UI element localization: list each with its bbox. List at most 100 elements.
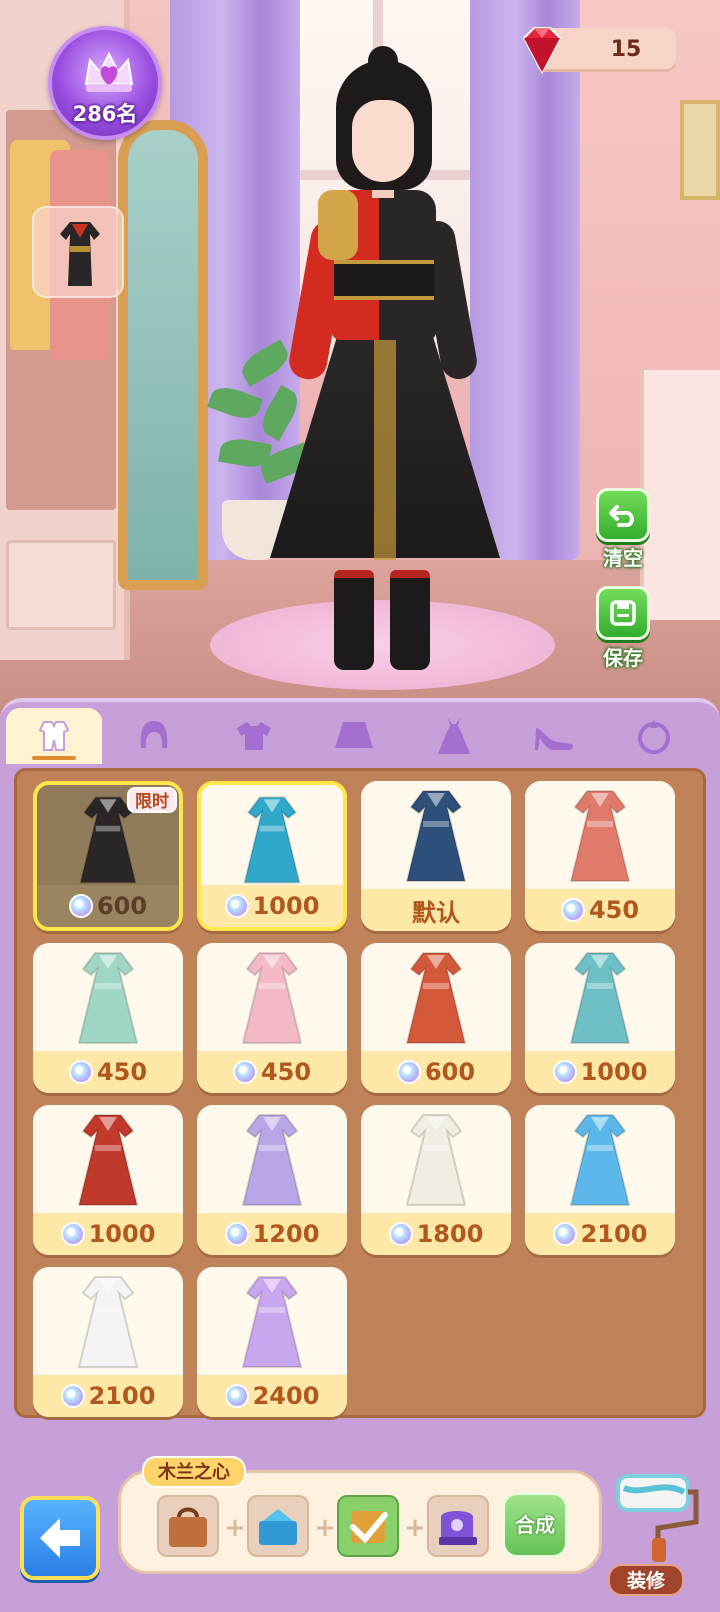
clothing-item-card[interactable]: 600 [361,943,511,1093]
item-price: 2100 [580,1220,648,1248]
price-bar: 600 [37,885,179,927]
clear-button[interactable] [596,488,650,542]
garment-icon [77,1276,139,1368]
combine-button[interactable]: 合成 [503,1493,567,1557]
tab-top[interactable] [206,708,302,764]
limited-time-badge: 限时 [127,787,177,813]
item-price: 默认 [412,898,460,927]
garment-icon [241,1114,303,1206]
garment-icon [77,1114,139,1206]
shirt-coin-icon [224,894,249,918]
price-bar: 2400 [197,1375,347,1417]
gem-count: 15 [610,37,642,62]
hair-icon [140,721,168,748]
wall-frame [680,100,720,200]
clothing-item-card[interactable]: 450 [33,943,183,1093]
item-price: 1000 [252,892,320,920]
rank-text: 286名 [72,102,138,126]
handbag-icon [169,1507,207,1547]
item-price: 1000 [580,1058,648,1086]
clothing-item-card[interactable]: 1200 [197,1105,347,1255]
back-button[interactable] [20,1496,100,1580]
shirt-coin-icon [224,1384,249,1408]
shirt-coin-icon [68,894,93,918]
price-bar: 1200 [197,1213,347,1255]
full-outfit-icon [38,721,70,751]
plus-sign: + [404,1513,426,1543]
shirt-coin-icon [560,898,585,922]
price-bar: 450 [33,1051,183,1093]
skirt-icon [335,722,373,748]
clothing-item-card[interactable]: 450 [525,781,675,931]
shirt-coin-icon [224,1222,249,1246]
material-slot-complete[interactable] [337,1495,399,1557]
garment-icon [77,952,139,1044]
clothing-item-card[interactable]: 2100 [525,1105,675,1255]
standing-mirror [118,120,208,590]
side-table [640,370,720,620]
tab-hair[interactable] [106,708,202,764]
shirt-coin-icon [552,1222,577,1246]
save-label: 保存 [603,646,643,670]
item-price: 1200 [252,1220,320,1248]
save-icon [610,600,636,626]
save-button[interactable] [596,586,650,640]
rank-badge[interactable]: 286名 [48,26,162,140]
synthesis-title: 木兰之心 [142,1456,246,1488]
material-slot-bag[interactable] [157,1495,219,1557]
plus-sign: + [224,1513,246,1543]
clothing-item-card[interactable]: 2100 [33,1267,183,1417]
item-price: 450 [96,1058,148,1086]
clothing-item-card[interactable]: 1000 [525,943,675,1093]
item-price: 450 [588,896,640,924]
shirt-coin-icon [232,1060,257,1084]
garment-icon [405,952,467,1044]
tab-bottom[interactable] [306,708,402,764]
item-price: 600 [96,892,148,920]
paint-roller-icon [616,1474,699,1562]
tab-dress[interactable] [406,708,502,764]
shirt-coin-icon [388,1222,413,1246]
price-bar: 默认 [361,889,511,931]
clothing-item-card[interactable]: 限时 600 [33,781,183,931]
price-bar: 450 [525,889,675,931]
tab-accessory[interactable] [606,708,702,764]
item-price: 1000 [88,1220,156,1248]
garment-icon [569,1114,631,1206]
clear-label: 清空 [603,546,643,570]
clothing-item-card[interactable]: 1800 [361,1105,511,1255]
dress-icon [438,718,470,754]
material-slot-machine[interactable] [427,1495,489,1557]
clothing-item-card[interactable]: 450 [197,943,347,1093]
clothing-grid: 限时 600 1000 默认 450 450 450 600 1000 1000 1200 1800 2… [14,768,706,1418]
plus-sign: + [314,1513,336,1543]
back-arrow-icon [40,1518,80,1558]
clothing-item-card[interactable]: 1000 [33,1105,183,1255]
category-tabs [6,708,714,764]
shirt-coin-icon [396,1060,421,1084]
clothing-item-card[interactable]: 默认 [361,781,511,931]
garment-icon [569,952,631,1044]
price-bar: 600 [361,1051,511,1093]
sewing-machine-icon [439,1511,477,1545]
checkmark-icon [350,1511,388,1544]
shirt-coin-icon [60,1384,85,1408]
clothing-item-card[interactable]: 1000 [197,781,347,931]
player-avatar[interactable] [240,40,520,680]
garment-icon [405,1114,467,1206]
price-bar: 2100 [33,1375,183,1417]
price-bar: 2100 [525,1213,675,1255]
garment-icon [243,796,301,884]
item-price: 2400 [252,1382,320,1410]
tab-outfit[interactable] [6,708,102,764]
clothing-item-card[interactable]: 2400 [197,1267,347,1417]
shirt-coin-icon [68,1060,93,1084]
price-bar: 1000 [525,1051,675,1093]
gift-box-icon [259,1509,297,1545]
tab-shoes[interactable] [506,708,602,764]
garment-icon [241,1276,303,1368]
current-outfit-thumbnail[interactable] [32,206,124,298]
decorate-button[interactable] [612,1466,702,1576]
material-slot-box[interactable] [247,1495,309,1557]
shirt-coin-icon [60,1222,85,1246]
